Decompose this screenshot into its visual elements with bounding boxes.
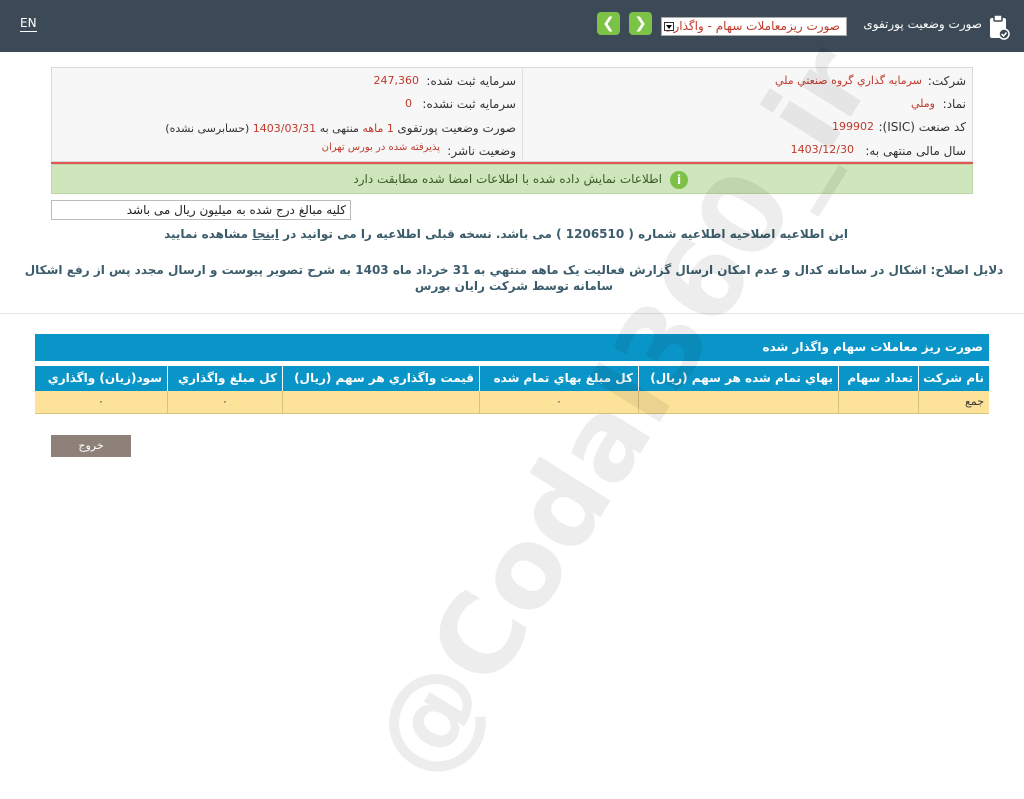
- column-header: نام شرکت: [918, 366, 989, 391]
- portfolio-status-line: صورت وضعیت پورتفوی 1 ماهه منتهی به 1403/…: [165, 121, 516, 135]
- symbol-label: نماد:: [942, 97, 966, 111]
- clipboard-check-icon: [990, 14, 1010, 40]
- column-header: قيمت واگذاري هر سهم (ريال): [282, 366, 479, 391]
- publisher-status-label: وضعیت ناشر:: [447, 144, 516, 158]
- isic-label: کد صنعت (ISIC):: [878, 120, 966, 134]
- units-note: کلیه مبالغ درج شده به میلیون ریال می باش…: [51, 200, 351, 220]
- table-cell: ۰: [479, 391, 638, 413]
- portfolio-ending-label: منتهی به: [319, 122, 359, 135]
- fiscal-year-value: 1403/12/30: [790, 143, 854, 156]
- symbol-value: وملي: [910, 97, 935, 110]
- company-label: شرکت:: [927, 74, 966, 88]
- verification-text: اطلاعات نمایش داده شده با اطلاعات امضا ش…: [353, 172, 662, 186]
- dropdown-arrow-icon[interactable]: [664, 22, 674, 31]
- column-header: كل مبلغ واگذاري: [167, 366, 282, 391]
- chevron-right-icon: ❯: [634, 14, 647, 32]
- table-cell: ۰: [98, 395, 104, 408]
- report-type-select[interactable]: صورت ریزمعاملات سهام - واگذاری: [661, 17, 847, 36]
- portfolio-status-label: صورت وضعیت پورتفوی: [397, 121, 516, 135]
- column-header: كل مبلغ بهاي تمام شده: [479, 366, 638, 391]
- isic-value: 199902: [832, 120, 874, 133]
- registered-capital-label: سرمایه ثبت شده:: [426, 74, 516, 88]
- amendment-reasons: دلایل اصلاح: اشکال در سامانه کدال و عدم …: [24, 263, 1004, 293]
- previous-button[interactable]: ❮: [597, 12, 620, 35]
- info-icon: i: [670, 171, 688, 189]
- total-label-cell: جمع: [918, 391, 989, 413]
- company-info-table: شرکت: سرمايه گذاري گروه صنعتي ملي نماد: …: [51, 67, 973, 162]
- amendment-notice-text: این اطلاعیه اصلاحیه اطلاعیه شماره ( 1206…: [283, 227, 848, 241]
- amendment-notice-suffix: مشاهده نمایید: [164, 227, 249, 241]
- report-label: صورت وضعیت پورتفوی: [863, 17, 982, 31]
- exit-button[interactable]: خروج: [51, 435, 131, 457]
- verification-banner: اطلاعات نمایش داده شده با اطلاعات امضا ش…: [51, 164, 973, 194]
- table-cell: ۰: [167, 391, 282, 413]
- amendment-notice: این اطلاعیه اصلاحیه اطلاعیه شماره ( 1206…: [164, 227, 848, 241]
- table-cell: [638, 391, 838, 413]
- portfolio-date: 1403/03/31: [252, 122, 317, 135]
- top-bar: EN ❮ ❯ صورت ریزمعاملات سهام - واگذاری صو…: [0, 0, 1024, 52]
- table-cell: [838, 391, 918, 413]
- column-header: بهاي تمام شده هر سهم (ريال): [638, 366, 838, 391]
- chevron-left-icon: ❮: [602, 14, 615, 32]
- unregistered-capital-value: 0: [405, 97, 412, 110]
- column-header: سود(زيان) واگذاري: [47, 371, 162, 385]
- publisher-status-value: پذیرفته شده در بورس تهران: [321, 142, 440, 153]
- language-toggle[interactable]: EN: [20, 16, 37, 32]
- previous-version-link[interactable]: اینجا: [252, 227, 279, 241]
- table-title: صورت ریز معاملات سهام واگذار شده: [35, 334, 989, 361]
- info-divider: [522, 68, 523, 161]
- section-divider: [0, 313, 1024, 314]
- portfolio-period: 1 ماهه: [362, 122, 394, 135]
- report-type-selected-value: صورت ریزمعاملات سهام - واگذاری: [664, 19, 840, 33]
- table-cell: [282, 391, 479, 413]
- column-header: تعداد سهام: [838, 366, 918, 391]
- table-header-row: نام شرکت تعداد سهام بهاي تمام شده هر سهم…: [35, 366, 989, 391]
- portfolio-audit-status: (حسابرسی نشده): [165, 122, 250, 135]
- unregistered-capital-label: سرمایه ثبت نشده:: [422, 97, 516, 111]
- table-row: جمع ۰ ۰ ۰: [35, 391, 989, 414]
- registered-capital-value: 247,360: [373, 74, 420, 87]
- next-button[interactable]: ❯: [629, 12, 652, 35]
- company-value: سرمايه گذاري گروه صنعتي ملي: [774, 74, 922, 87]
- fiscal-year-label: سال مالی منتهی به:: [865, 144, 966, 158]
